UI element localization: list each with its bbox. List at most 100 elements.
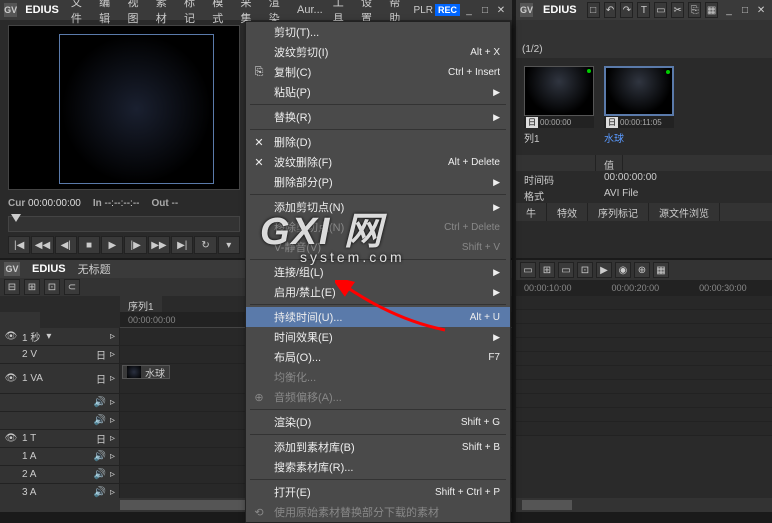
lock-icon[interactable]: ▹: [110, 331, 115, 342]
props-tab[interactable]: 序列标记: [588, 203, 649, 221]
expand-icon[interactable]: ▹: [110, 397, 115, 408]
tr-track[interactable]: [516, 408, 772, 422]
tool-icon[interactable]: □: [587, 2, 600, 18]
menu-marker[interactable]: 标记: [180, 0, 206, 28]
expand-icon[interactable]: ▹: [110, 487, 115, 498]
minimize-button[interactable]: _: [462, 3, 476, 17]
tool-icon[interactable]: ⎘: [688, 2, 701, 18]
expand-icon[interactable]: ▹: [110, 433, 115, 444]
tool-icon[interactable]: ⊟: [4, 279, 20, 295]
tool-icon[interactable]: ⊡: [44, 279, 60, 295]
menu-item[interactable]: 替换(R)▶: [246, 107, 510, 127]
tool-icon[interactable]: ↷: [620, 2, 633, 18]
track-head[interactable]: 1 A🔊▹: [0, 448, 120, 465]
menu-edit[interactable]: 编辑: [95, 0, 121, 28]
next-button[interactable]: ▶|: [171, 236, 193, 254]
props-tab[interactable]: 源文件浏览: [649, 203, 720, 221]
tool-icon[interactable]: ◉: [615, 262, 631, 278]
prev-button[interactable]: |◀: [8, 236, 30, 254]
menu-item[interactable]: ⎘复制(C)Ctrl + Insert: [246, 62, 510, 82]
tool-icon[interactable]: ▭: [654, 2, 667, 18]
menu-item[interactable]: ✕删除(D): [246, 132, 510, 152]
expand-icon[interactable]: ▹: [110, 451, 115, 462]
tool-icon[interactable]: ⊡: [577, 262, 593, 278]
menu-view[interactable]: 视图: [123, 0, 149, 28]
play-icon[interactable]: ▶: [596, 262, 612, 278]
menu-item[interactable]: ✕波纹删除(F)Alt + Delete: [246, 152, 510, 172]
track-head[interactable]: 3 A🔊▹: [0, 484, 120, 498]
menu-item[interactable]: 搜索素材库(R)...: [246, 457, 510, 477]
tr-track[interactable]: [516, 394, 772, 408]
play-button[interactable]: ▶: [101, 236, 123, 254]
tr-track[interactable]: [516, 324, 772, 338]
expand-icon[interactable]: ▹: [110, 469, 115, 480]
track-head[interactable]: 👁 1 秒 ▾ ▹: [0, 328, 120, 345]
more-button[interactable]: ▾: [218, 236, 240, 254]
menu-item[interactable]: 持续时间(U)...Alt + U: [246, 307, 510, 327]
tr-track[interactable]: [516, 352, 772, 366]
menu-item[interactable]: 打开(E)Shift + Ctrl + P: [246, 482, 510, 502]
track-head[interactable]: 🔊▹: [0, 394, 120, 411]
tr-track[interactable]: [516, 422, 772, 436]
tr-track[interactable]: [516, 366, 772, 380]
close-button[interactable]: ✕: [494, 3, 508, 17]
loop-button[interactable]: ↻: [194, 236, 216, 254]
menu-aura[interactable]: Aur...: [293, 2, 327, 18]
tool-icon[interactable]: ▭: [558, 262, 574, 278]
maximize-button[interactable]: □: [478, 3, 492, 17]
tool-icon[interactable]: ⊕: [634, 262, 650, 278]
eye-icon[interactable]: 👁: [4, 331, 18, 342]
preview-monitor[interactable]: [8, 25, 240, 190]
eye-icon[interactable]: 👁: [4, 433, 18, 444]
track-head[interactable]: 🔊▹: [0, 412, 120, 429]
expand-icon[interactable]: ▹: [110, 373, 115, 384]
bin-thumb[interactable]: 日00:00:11:05水球: [604, 66, 674, 145]
tool-icon[interactable]: T: [637, 2, 650, 18]
track-head[interactable]: 2 V日▹: [0, 346, 120, 363]
h-scrollbar[interactable]: [516, 498, 772, 512]
tr-track[interactable]: [516, 338, 772, 352]
menu-mode[interactable]: 模式: [208, 0, 234, 28]
track-head[interactable]: 👁1 T日▹: [0, 430, 120, 447]
magnet-icon[interactable]: ⊂: [64, 279, 80, 295]
stepfwd-button[interactable]: |▶: [124, 236, 146, 254]
menu-item[interactable]: 渲染(D)Shift + G: [246, 412, 510, 432]
cut-icon[interactable]: ✂: [671, 2, 684, 18]
tool-icon[interactable]: ▭: [520, 262, 536, 278]
scrollbar-thumb[interactable]: [522, 500, 572, 510]
track-head[interactable]: 2 A🔊▹: [0, 466, 120, 483]
menu-item[interactable]: 连接/组(L)▶: [246, 262, 510, 282]
menu-item[interactable]: 启用/禁止(E)▶: [246, 282, 510, 302]
forward-button[interactable]: ▶▶: [148, 236, 170, 254]
track-head[interactable]: 👁1 VA日▹: [0, 364, 120, 393]
clip[interactable]: 水球: [122, 365, 170, 379]
menu-item[interactable]: 布局(O)...F7: [246, 347, 510, 367]
scrubber[interactable]: [8, 216, 240, 232]
expand-icon[interactable]: ▹: [110, 349, 115, 360]
minimize-button[interactable]: _: [722, 3, 736, 17]
tool-icon[interactable]: ▦: [705, 2, 718, 18]
tr-track[interactable]: [516, 310, 772, 324]
props-tab[interactable]: 特效: [547, 203, 588, 221]
tool-icon[interactable]: ↶: [604, 2, 617, 18]
tool-icon[interactable]: ⊞: [539, 262, 555, 278]
stepback-button[interactable]: ◀|: [55, 236, 77, 254]
tr-ruler[interactable]: 00:00:10:00 00:00:20:00 00:00:30:00 00:0…: [516, 280, 772, 296]
menu-item[interactable]: 剪切(T)...: [246, 22, 510, 42]
tool-icon[interactable]: ⊞: [24, 279, 40, 295]
tr-track[interactable]: [516, 296, 772, 310]
menu-item[interactable]: 时间效果(E)▶: [246, 327, 510, 347]
bin-thumb[interactable]: 日00:00:00列1: [524, 66, 594, 145]
rewind-button[interactable]: ◀◀: [31, 236, 53, 254]
menu-clip[interactable]: 素材: [152, 0, 178, 28]
close-button[interactable]: ✕: [754, 3, 768, 17]
eye-icon[interactable]: 👁: [4, 373, 18, 384]
menu-item[interactable]: 粘贴(P)▶: [246, 82, 510, 102]
tr-track[interactable]: [516, 380, 772, 394]
sequence-tab[interactable]: 序列1: [120, 296, 162, 312]
menu-item[interactable]: 添加到素材库(B)Shift + B: [246, 437, 510, 457]
menu-item[interactable]: 波纹剪切(I)Alt + X: [246, 42, 510, 62]
expand-icon[interactable]: ▹: [110, 415, 115, 426]
playhead-icon[interactable]: [11, 214, 21, 222]
props-tab[interactable]: 牛: [516, 203, 547, 221]
